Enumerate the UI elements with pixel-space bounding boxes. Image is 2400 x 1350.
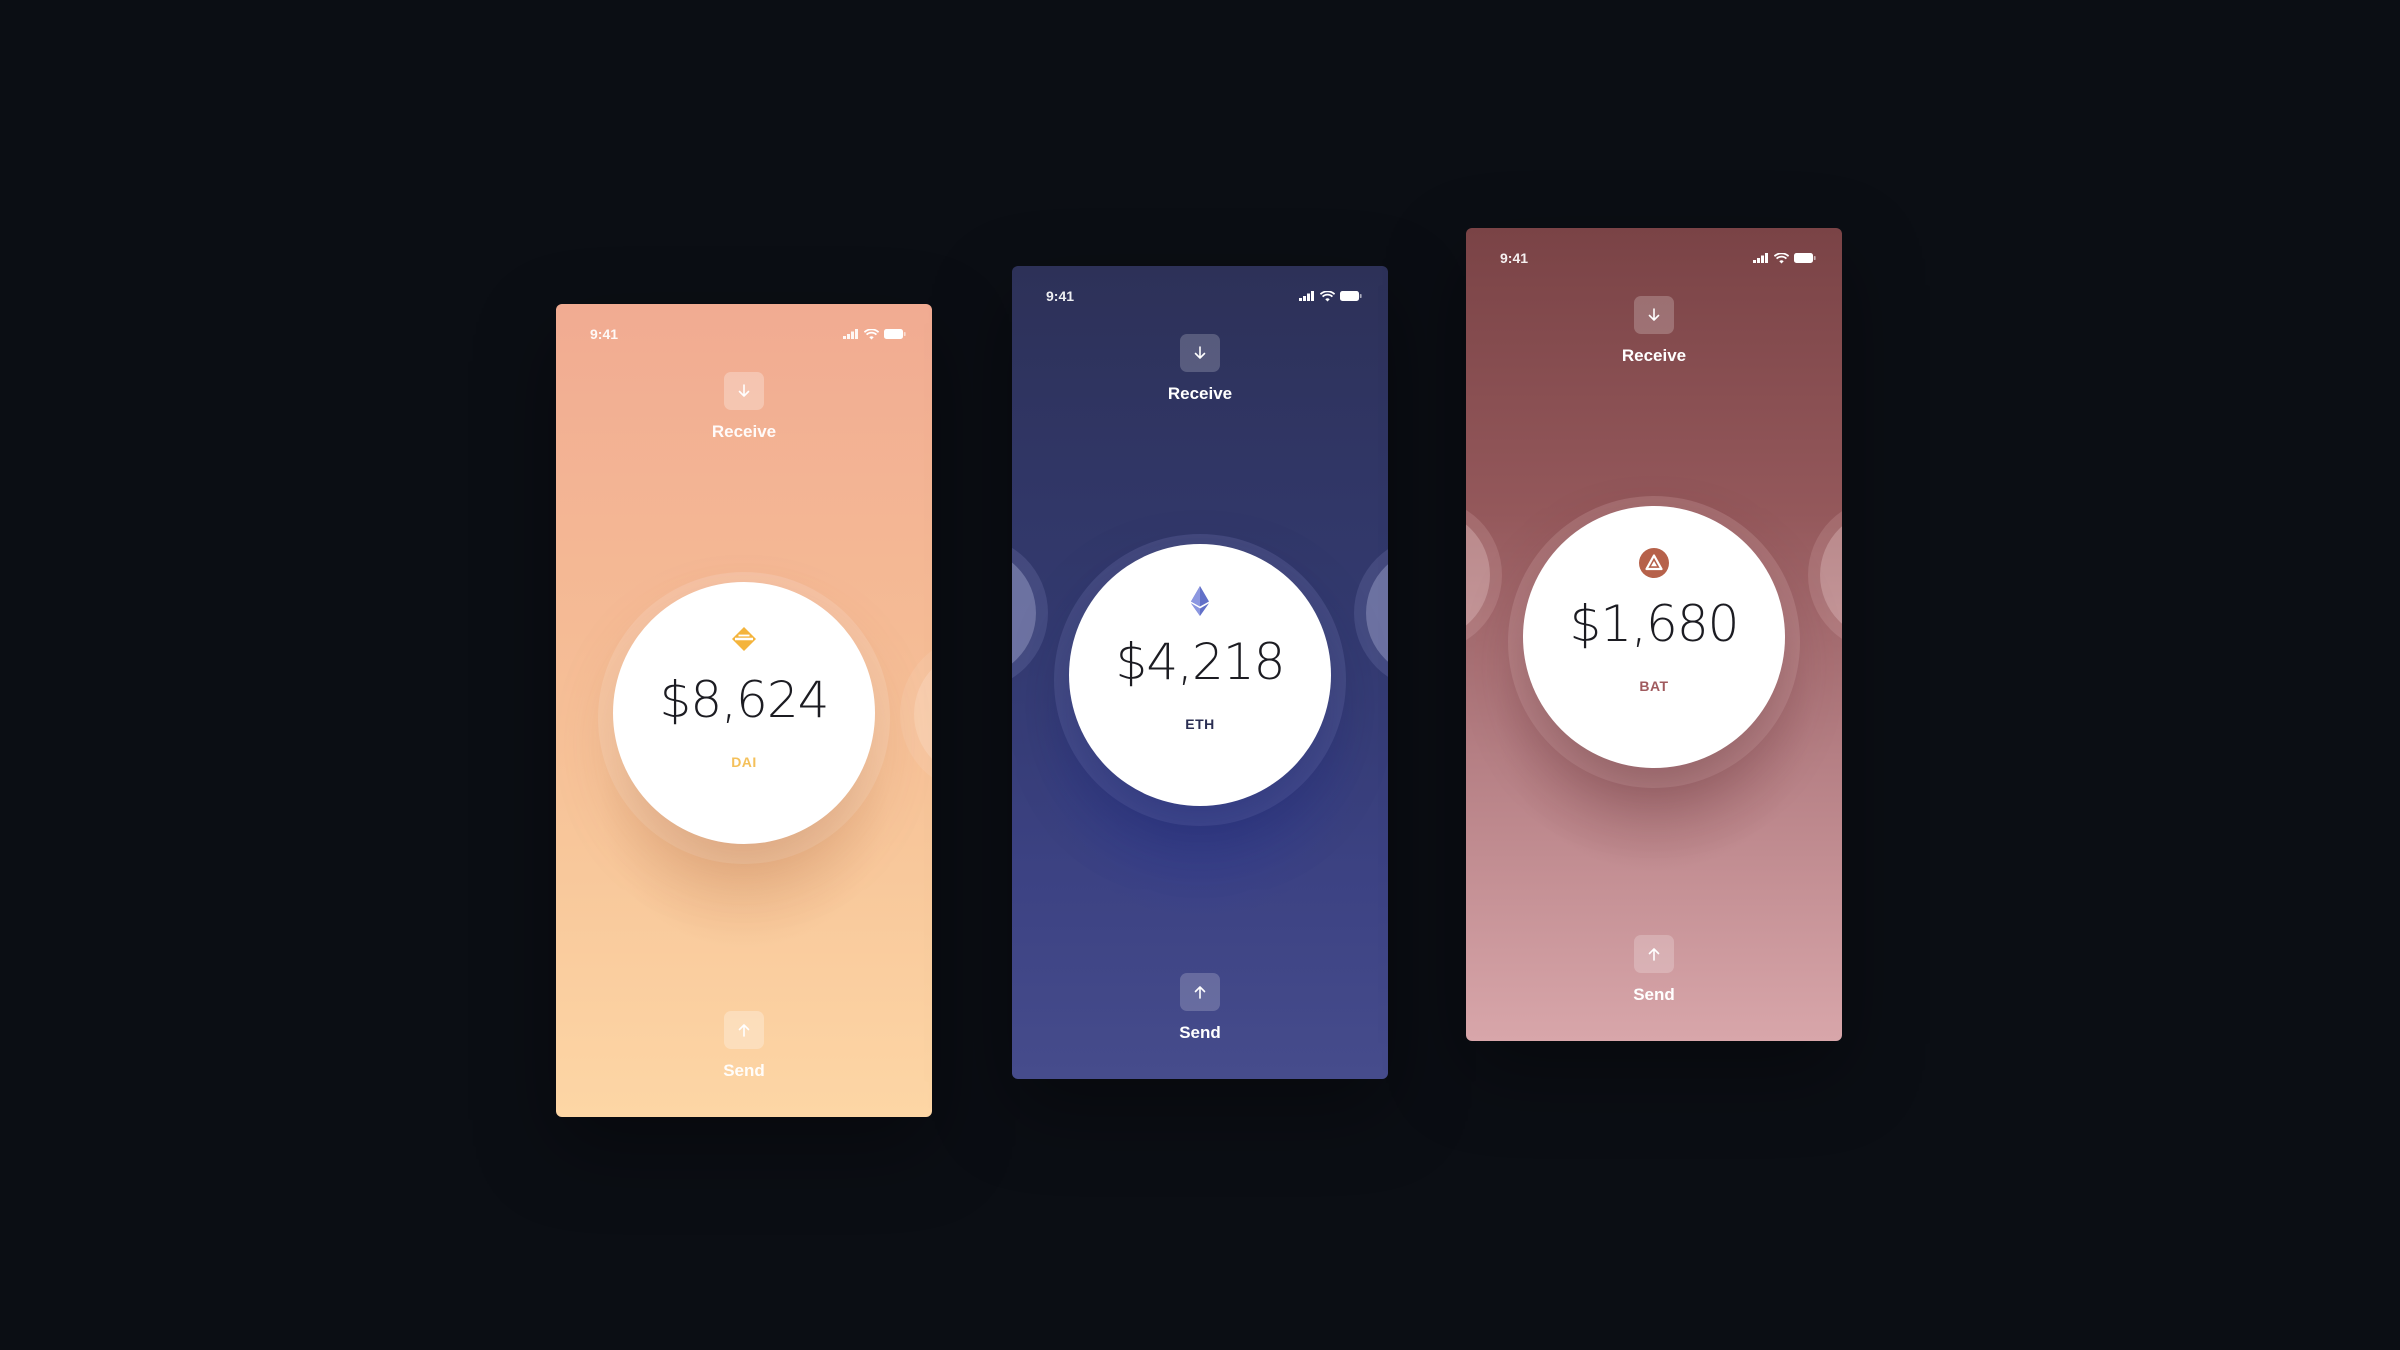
receive-action: Receive — [1012, 334, 1388, 404]
receive-button[interactable] — [724, 372, 764, 410]
ethereum-icon — [1183, 584, 1217, 618]
wallet-screen-bat: 9:41 Receive $1,680 BAT Send — [1466, 228, 1842, 1041]
receive-action: Receive — [556, 372, 932, 442]
status-icons — [843, 328, 906, 340]
wallet-screen-dai: 9:41 Receive $8,624 DAI Send — [556, 304, 932, 1117]
status-icons — [1299, 290, 1362, 302]
send-label: Send — [723, 1061, 765, 1080]
status-time: 9:41 — [590, 326, 619, 342]
coin-symbol: ETH — [1185, 716, 1215, 732]
wifi-icon — [1774, 252, 1789, 263]
status-time: 9:41 — [1500, 250, 1529, 266]
wifi-icon — [1320, 290, 1335, 301]
send-button[interactable] — [724, 1011, 764, 1049]
send-action: Send — [1466, 935, 1842, 1005]
screens-canvas: 9:41 Receive $8,624 DAI Send 9:41 Receiv… — [0, 0, 2400, 1350]
receive-button[interactable] — [1180, 334, 1220, 372]
receive-label: Receive — [1621, 346, 1687, 365]
receive-label: Receive — [711, 422, 777, 441]
wifi-icon — [864, 328, 879, 339]
next-coin-peek — [914, 649, 932, 779]
arrow-down-icon — [1648, 308, 1660, 321]
coin-balance-bat[interactable]: $1,680 BAT — [1523, 506, 1785, 768]
send-button[interactable] — [1180, 973, 1220, 1011]
receive-label: Receive — [1167, 384, 1233, 403]
balance-amount: $8,624 — [659, 671, 830, 729]
wallet-screen-eth: 9:41 Receive $4,218 ETH Send — [1012, 266, 1388, 1079]
bat-triangle-icon — [1637, 546, 1671, 580]
status-bar: 9:41 — [590, 326, 906, 342]
coin-balance-eth[interactable]: $4,218 ETH — [1069, 544, 1331, 806]
balance-amount: $4,218 — [1115, 633, 1286, 691]
signal-icon — [1299, 291, 1314, 301]
coin-symbol: BAT — [1639, 678, 1669, 694]
coin-balance-dai[interactable]: $8,624 DAI — [613, 582, 875, 844]
send-button[interactable] — [1634, 935, 1674, 973]
status-bar: 9:41 — [1500, 250, 1816, 266]
send-label: Send — [1179, 1023, 1221, 1042]
arrow-up-icon — [1648, 948, 1660, 961]
send-action: Send — [556, 1011, 932, 1081]
battery-icon — [1794, 253, 1816, 263]
status-time: 9:41 — [1046, 288, 1075, 304]
arrow-down-icon — [1194, 346, 1206, 359]
coin-symbol: DAI — [731, 754, 757, 770]
send-label: Send — [1633, 985, 1675, 1004]
arrow-up-icon — [1194, 986, 1206, 999]
arrow-down-icon — [738, 384, 750, 397]
signal-icon — [1753, 253, 1768, 263]
prev-coin-peek — [1466, 510, 1490, 640]
send-action: Send — [1012, 973, 1388, 1043]
next-coin-peek — [1366, 548, 1388, 678]
battery-icon — [884, 329, 906, 339]
status-icons — [1753, 252, 1816, 264]
next-coin-peek — [1820, 510, 1842, 640]
signal-icon — [843, 329, 858, 339]
receive-button[interactable] — [1634, 296, 1674, 334]
dai-diamond-icon — [727, 622, 761, 656]
prev-coin-peek — [1012, 548, 1036, 678]
arrow-up-icon — [738, 1024, 750, 1037]
balance-amount: $1,680 — [1569, 595, 1740, 653]
battery-icon — [1340, 291, 1362, 301]
receive-action: Receive — [1466, 296, 1842, 366]
status-bar: 9:41 — [1046, 288, 1362, 304]
